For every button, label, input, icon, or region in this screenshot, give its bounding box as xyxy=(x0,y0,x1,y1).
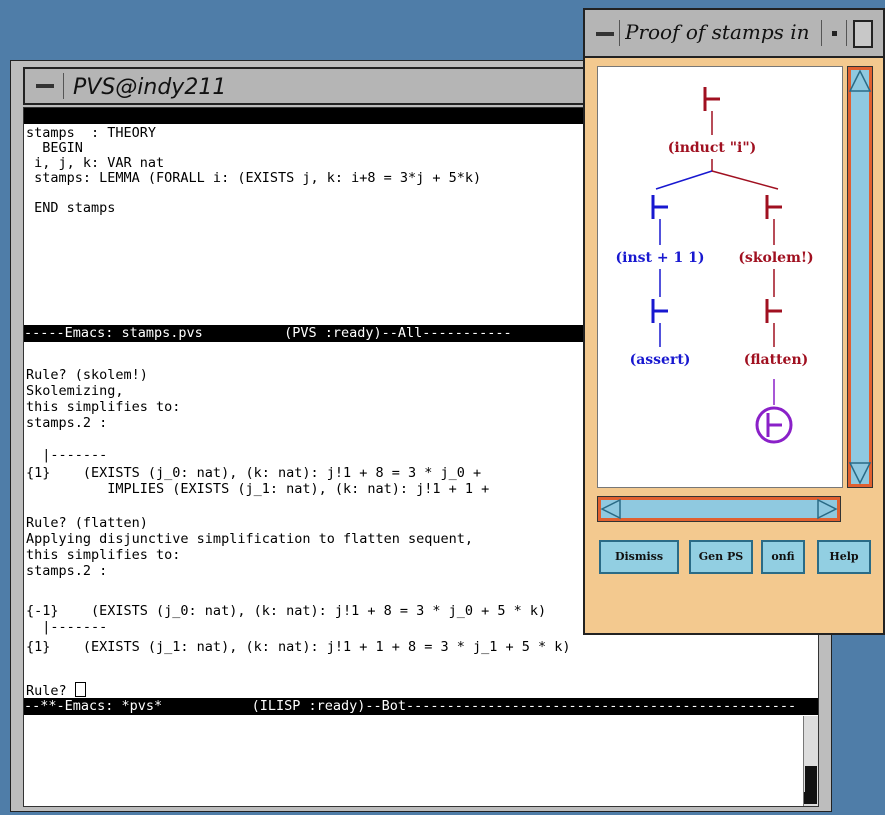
text-cursor xyxy=(74,682,86,697)
proof-output-line: {1} (EXISTS (j_0: nat), (k: nat): j!1 + … xyxy=(26,465,482,481)
source-line[interactable]: stamps: LEMMA (FORALL i: (EXISTS j, k: i… xyxy=(26,171,481,186)
menu-in-out[interactable]: In/Out xyxy=(383,124,430,139)
proof-output-line: {1} (EXISTS (j_1: nat), (k: nat): j!1 + … xyxy=(26,639,571,655)
proof-window-title: Proof of stamps in s xyxy=(625,20,815,44)
turnstile-icon[interactable] xyxy=(651,195,668,219)
proof-tree-diagram: (induct "i") (inst + 1 1) (skolem!) (ass… xyxy=(602,87,828,444)
source-line[interactable]: i, j, k: VAR nat xyxy=(26,156,164,171)
turnstile-icon[interactable] xyxy=(765,299,782,323)
menu-signals[interactable]: Signals xyxy=(462,124,517,139)
source-line[interactable]: BEGIN xyxy=(26,141,83,156)
source-line[interactable]: stamps : THEORY xyxy=(26,126,156,141)
tree-edge xyxy=(655,170,713,190)
maximize-icon[interactable] xyxy=(853,20,873,48)
window-minimize-button[interactable] xyxy=(591,20,620,46)
proof-tree-window[interactable]: Proof of stamps in s (induct "i") (inst … xyxy=(583,8,885,635)
proof-output-line: stamps.2 : xyxy=(26,415,108,431)
proof-output-line: this simplifies to: xyxy=(26,399,181,415)
rule-prompt-line[interactable]: Rule? xyxy=(26,682,86,699)
menu-dot-icon xyxy=(832,31,837,36)
rule-label-flatten[interactable]: (flatten) xyxy=(744,352,809,368)
current-goal-turnstile-icon[interactable] xyxy=(755,406,793,444)
turnstile-icon[interactable] xyxy=(765,195,782,219)
proof-output-line: Applying disjunctive simplification to f… xyxy=(26,531,474,547)
proof-output-line: |------- xyxy=(26,619,108,635)
tree-edge xyxy=(711,170,779,190)
proof-output-line: IMPLIES (EXISTS (j_1: nat), (k: nat): j!… xyxy=(26,481,490,497)
proof-output-line: this simplifies to: xyxy=(26,547,181,563)
menu-edit[interactable]: Edit xyxy=(225,124,256,139)
gen-ps-button[interactable]: Gen PS xyxy=(689,540,753,574)
help-button[interactable]: Help xyxy=(817,540,871,574)
proof-horizontal-scrollbar[interactable] xyxy=(597,496,841,522)
proof-output-line: Skolemizing, xyxy=(26,383,124,399)
menu-file[interactable]: File xyxy=(162,124,193,139)
window-minimize-button[interactable] xyxy=(29,73,64,99)
menu-help[interactable]: Hel xyxy=(549,124,572,139)
rule-label-induct[interactable]: (induct "i") xyxy=(668,140,756,156)
turnstile-icon[interactable] xyxy=(703,87,720,111)
scroll-left-arrow-icon[interactable] xyxy=(600,498,621,520)
minimize-icon xyxy=(36,84,54,88)
proof-titlebar[interactable]: Proof of stamps in s xyxy=(585,10,883,58)
minimize-icon xyxy=(596,32,614,36)
proof-output-line: stamps.2 : xyxy=(26,563,108,579)
scroll-arrows xyxy=(848,69,872,485)
source-line[interactable]: END stamps xyxy=(26,201,115,216)
turnstile-icon[interactable] xyxy=(651,299,668,323)
scroll-arrows xyxy=(600,498,838,520)
scroll-right-arrow-icon[interactable] xyxy=(817,498,838,520)
resize-corner[interactable] xyxy=(804,792,816,804)
proof-vertical-scrollbar[interactable] xyxy=(847,66,873,488)
config-button[interactable]: onfi xyxy=(761,540,805,574)
proof-output-line: Rule? (skolem!) xyxy=(26,367,148,383)
dismiss-button[interactable]: Dismiss xyxy=(599,540,679,574)
scroll-down-arrow-icon[interactable] xyxy=(848,462,872,485)
rule-label-inst[interactable]: (inst + 1 1) xyxy=(616,250,705,266)
menu-complete[interactable]: Complete xyxy=(288,124,351,139)
window-menu-button[interactable] xyxy=(821,20,847,46)
proof-output-line: Rule? (flatten) xyxy=(26,515,148,531)
window-title: PVS@indy211 xyxy=(73,75,227,100)
proof-output-line: |------- xyxy=(26,447,108,463)
rule-label-skolem[interactable]: (skolem!) xyxy=(738,250,813,266)
proof-output-line: {-1} (EXISTS (j_0: nat), (k: nat): j!1 +… xyxy=(26,603,547,619)
rule-label-assert[interactable]: (assert) xyxy=(630,352,691,368)
modeline-pvs: --**-Emacs: *pvs* (ILISP :ready)--Bot---… xyxy=(24,698,818,715)
scroll-up-arrow-icon[interactable] xyxy=(848,69,872,92)
rule-prompt: Rule? xyxy=(26,683,75,699)
proof-tree-canvas[interactable]: (induct "i") (inst + 1 1) (skolem!) (ass… xyxy=(597,66,843,488)
